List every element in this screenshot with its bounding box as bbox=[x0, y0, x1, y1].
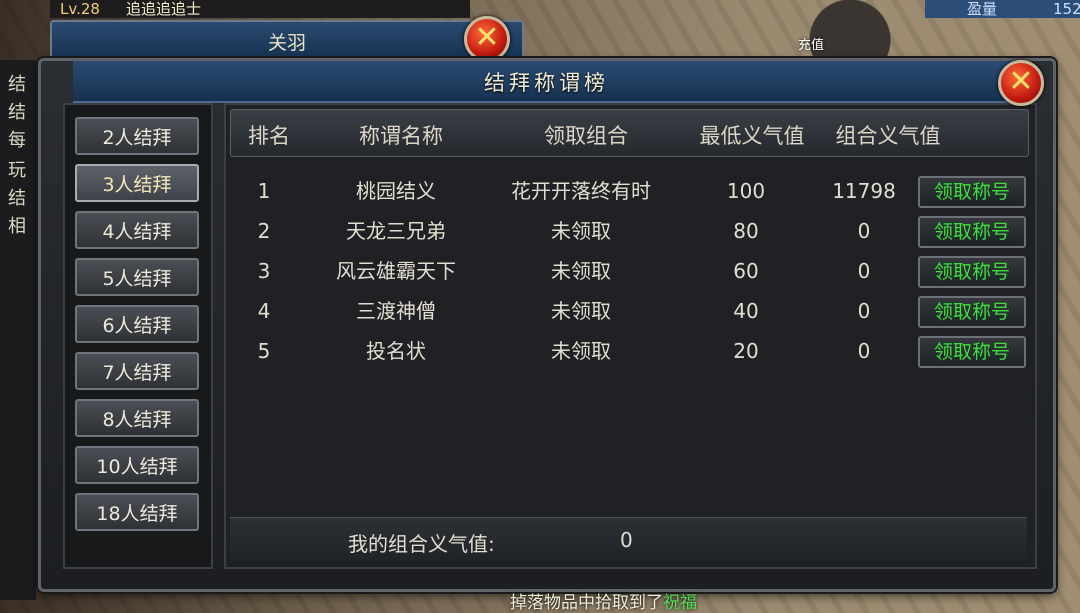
player-info-bar: Lv.28 追追追追士 bbox=[50, 0, 470, 18]
chat-item-link[interactable]: 祝福 bbox=[663, 593, 697, 613]
title-cell: 桃园结义 bbox=[356, 179, 436, 203]
chat-message: 掉落物品中拾取到了祝福 bbox=[510, 588, 697, 613]
title-cell: 风云雄霸天下 bbox=[336, 259, 456, 283]
table-row: 3 风云雄霸天下 未领取 60 0 领取称号 bbox=[226, 251, 1031, 291]
claim-title-button[interactable]: 领取称号 bbox=[918, 336, 1026, 368]
left-info-strip: 结 结 每 玩 结 相 bbox=[0, 60, 36, 600]
title-cell: 三渡神僧 bbox=[356, 299, 436, 323]
sidebar-item-5[interactable]: 5人结拜 bbox=[75, 258, 199, 296]
min-cell: 80 bbox=[733, 219, 759, 243]
sidebar-item-18[interactable]: 18人结拜 bbox=[75, 493, 199, 531]
score-cell: 0 bbox=[857, 299, 871, 323]
close-icon: ✕ bbox=[474, 20, 500, 55]
left-strip-char: 结 bbox=[8, 188, 26, 209]
min-cell: 40 bbox=[733, 299, 759, 323]
column-header-group: 领取组合 bbox=[544, 124, 628, 148]
group-cell: 未领取 bbox=[551, 259, 611, 283]
score-cell: 0 bbox=[857, 259, 871, 283]
player-name: 追追追追士 bbox=[126, 0, 202, 18]
title-cell: 投名状 bbox=[366, 339, 426, 363]
rank-cell: 4 bbox=[257, 299, 271, 323]
chat-message-text: 掉落物品中拾取到了 bbox=[510, 593, 663, 613]
panel-close-button[interactable]: ✕ bbox=[998, 60, 1044, 106]
back-panel-title: 关羽 bbox=[267, 32, 306, 54]
left-strip-char: 结 bbox=[8, 74, 26, 95]
back-panel-close-button[interactable]: ✕ bbox=[464, 16, 510, 62]
recharge-button[interactable]: 充值 bbox=[798, 34, 824, 53]
min-cell: 100 bbox=[726, 179, 766, 203]
claim-title-button[interactable]: 领取称号 bbox=[918, 256, 1026, 288]
table-row: 5 投名状 未领取 20 0 领取称号 bbox=[226, 331, 1031, 371]
panel-header: 结拜称谓榜 bbox=[73, 61, 1020, 103]
table-header: 排名 称谓名称 领取组合 最低义气值 组合义气值 bbox=[230, 109, 1029, 157]
left-strip-char: 每 bbox=[8, 130, 26, 151]
score-cell: 11798 bbox=[832, 179, 896, 203]
left-strip-char: 相 bbox=[8, 216, 26, 237]
resource-label: 盈量 bbox=[967, 0, 998, 18]
ranking-table: 排名 称谓名称 领取组合 最低义气值 组合义气值 1 桃园结义 花开开落终有时 … bbox=[224, 103, 1037, 569]
score-cell: 0 bbox=[857, 339, 871, 363]
column-header-min: 最低义气值 bbox=[699, 124, 805, 148]
sworn-size-sidebar: 2人结拜 3人结拜 4人结拜 5人结拜 6人结拜 7人结拜 8人结拜 10人结拜… bbox=[63, 103, 213, 569]
rank-cell: 3 bbox=[257, 259, 271, 283]
min-cell: 60 bbox=[733, 259, 759, 283]
panel-title: 结拜称谓榜 bbox=[484, 71, 609, 95]
sidebar-item-3[interactable]: 3人结拜 bbox=[75, 164, 199, 202]
group-cell: 花开开落终有时 bbox=[511, 179, 651, 203]
sworn-title-ranking-panel: 结拜称谓榜 2人结拜 3人结拜 4人结拜 5人结拜 6人结拜 7人结拜 8人结拜… bbox=[38, 58, 1056, 592]
column-header-score: 组合义气值 bbox=[835, 124, 941, 148]
my-group-score-bar: 我的组合义气值: 0 bbox=[230, 517, 1027, 562]
rank-cell: 2 bbox=[257, 219, 271, 243]
group-cell: 未领取 bbox=[551, 219, 611, 243]
column-header-rank: 排名 bbox=[248, 124, 290, 148]
claim-title-button[interactable]: 领取称号 bbox=[918, 296, 1026, 328]
left-strip-char: 结 bbox=[8, 102, 26, 123]
claim-title-button[interactable]: 领取称号 bbox=[918, 216, 1026, 248]
table-row: 4 三渡神僧 未领取 40 0 领取称号 bbox=[226, 291, 1031, 331]
min-cell: 20 bbox=[733, 339, 759, 363]
table-row: 2 天龙三兄弟 未领取 80 0 领取称号 bbox=[226, 211, 1031, 251]
sidebar-item-8[interactable]: 8人结拜 bbox=[75, 399, 199, 437]
claim-title-button[interactable]: 领取称号 bbox=[918, 176, 1026, 208]
close-icon: ✕ bbox=[1008, 64, 1034, 99]
rank-cell: 1 bbox=[257, 179, 271, 203]
group-cell: 未领取 bbox=[551, 339, 611, 363]
sidebar-item-6[interactable]: 6人结拜 bbox=[75, 305, 199, 343]
sidebar-item-10[interactable]: 10人结拜 bbox=[75, 446, 199, 484]
left-strip-char: 玩 bbox=[8, 160, 26, 181]
my-group-score-label: 我的组合义气值: bbox=[348, 532, 495, 556]
my-group-score-value: 0 bbox=[620, 528, 633, 552]
score-cell: 0 bbox=[857, 219, 871, 243]
resource-value: 152 bbox=[1053, 0, 1080, 18]
group-cell: 未领取 bbox=[551, 299, 611, 323]
column-header-title: 称谓名称 bbox=[359, 124, 443, 148]
title-cell: 天龙三兄弟 bbox=[346, 219, 446, 243]
resource-bar: 盈量 152 bbox=[925, 0, 1080, 18]
player-level: Lv.28 bbox=[60, 0, 100, 18]
sidebar-item-4[interactable]: 4人结拜 bbox=[75, 211, 199, 249]
sidebar-item-7[interactable]: 7人结拜 bbox=[75, 352, 199, 390]
sidebar-item-2[interactable]: 2人结拜 bbox=[75, 117, 199, 155]
table-row: 1 桃园结义 花开开落终有时 100 11798 领取称号 bbox=[226, 171, 1031, 211]
rank-cell: 5 bbox=[257, 339, 271, 363]
